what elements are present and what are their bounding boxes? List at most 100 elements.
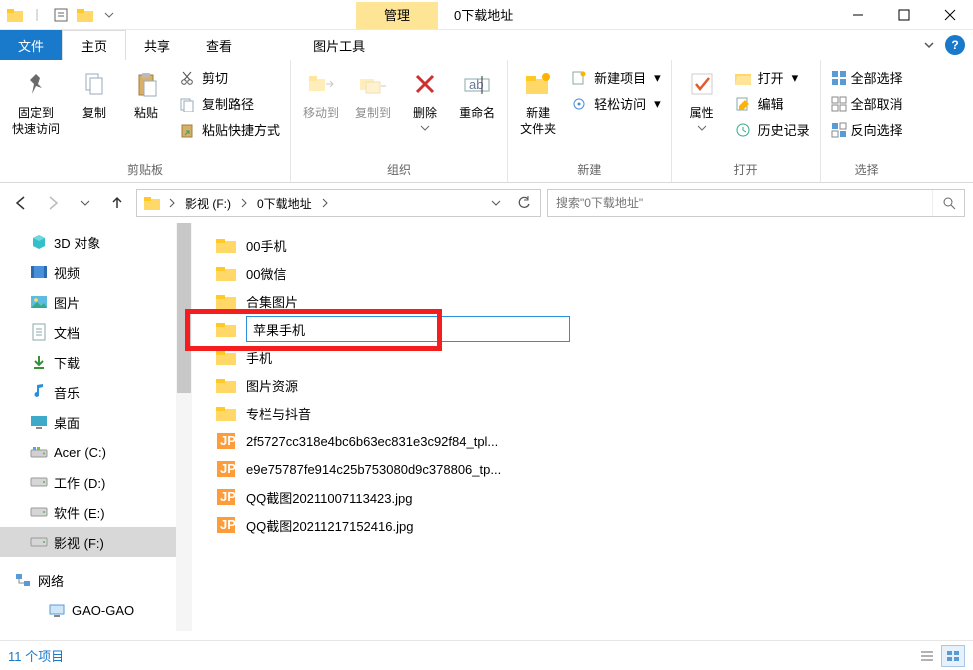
tree-item[interactable]: 网络 bbox=[0, 565, 192, 595]
window-title: 0下载地址 bbox=[454, 5, 513, 24]
select-all-button[interactable]: 全部选择 bbox=[827, 65, 907, 90]
easy-access-icon bbox=[570, 95, 588, 113]
help-button[interactable]: ? bbox=[945, 35, 965, 55]
open-folder-icon bbox=[734, 69, 752, 87]
new-folder-button[interactable]: 新建 文件夹 bbox=[512, 63, 564, 137]
file-row[interactable]: JPGQQ截图20211007113423.jpg bbox=[216, 483, 973, 511]
tree-item[interactable]: 文档 bbox=[0, 317, 192, 347]
paste-icon bbox=[132, 67, 160, 101]
search-input[interactable] bbox=[548, 196, 932, 210]
chevron-right-icon[interactable] bbox=[237, 198, 251, 208]
tree-item[interactable]: 3D 对象 bbox=[0, 227, 192, 257]
qat-properties-icon[interactable] bbox=[50, 4, 72, 26]
group-open: 属性 打开▾ 编辑 历史记录 打开 bbox=[672, 60, 821, 182]
view-large-icons-button[interactable] bbox=[941, 645, 965, 667]
tree-item-label: 文档 bbox=[54, 323, 80, 342]
nav-recent-dropdown[interactable] bbox=[72, 190, 98, 216]
copy-to-icon bbox=[358, 67, 388, 101]
search-box[interactable] bbox=[547, 189, 965, 217]
paste-shortcut-button[interactable]: 粘贴快捷方式 bbox=[174, 117, 284, 142]
file-row[interactable]: JPGQQ截图20211217152416.jpg bbox=[216, 511, 973, 539]
properties-button[interactable]: 属性 bbox=[676, 63, 728, 131]
drive-icon bbox=[30, 533, 48, 551]
folder-icon bbox=[216, 347, 236, 367]
file-row[interactable] bbox=[216, 315, 973, 343]
ribbon-collapse-button[interactable] bbox=[917, 33, 941, 57]
tree-item[interactable]: 工作 (D:) bbox=[0, 467, 192, 497]
tree-item-label: 视频 bbox=[54, 263, 80, 282]
copy-path-icon bbox=[178, 95, 196, 113]
tree-item[interactable]: 图片 bbox=[0, 287, 192, 317]
computer-icon bbox=[48, 601, 66, 619]
file-name: 00微信 bbox=[246, 264, 286, 283]
view-details-button[interactable] bbox=[915, 645, 939, 667]
tree-item[interactable]: 软件 (E:) bbox=[0, 497, 192, 527]
cut-button[interactable]: 剪切 bbox=[174, 65, 284, 90]
file-row[interactable]: 00手机 bbox=[216, 231, 973, 259]
nav-scrollbar[interactable] bbox=[176, 223, 192, 631]
refresh-button[interactable] bbox=[510, 190, 538, 216]
nav-back-button[interactable] bbox=[8, 190, 34, 216]
move-to-button[interactable]: 移动到 bbox=[295, 63, 347, 121]
nav-scrollbar-thumb[interactable] bbox=[177, 223, 191, 393]
rename-input[interactable] bbox=[246, 316, 570, 342]
tab-home[interactable]: 主页 bbox=[62, 30, 126, 60]
svg-text:JPG: JPG bbox=[220, 433, 236, 448]
tab-share[interactable]: 共享 bbox=[126, 30, 188, 60]
new-item-button[interactable]: 新建项目▾ bbox=[566, 65, 665, 90]
nav-up-button[interactable] bbox=[104, 190, 130, 216]
file-list[interactable]: 00手机 00微信合集图片手机图片资源专栏与抖音 JPG2f5727cc318e4b… bbox=[192, 223, 973, 631]
history-button[interactable]: 历史记录 bbox=[730, 117, 814, 142]
group-label-open: 打开 bbox=[676, 159, 816, 180]
file-row[interactable]: 手机 bbox=[216, 343, 973, 371]
address-bar[interactable]: 影视 (F:) 0下载地址 bbox=[136, 189, 541, 217]
new-folder-icon bbox=[523, 67, 553, 101]
file-name: 专栏与抖音 bbox=[246, 404, 311, 423]
tab-view[interactable]: 查看 bbox=[188, 30, 250, 60]
file-name: 00手机 bbox=[246, 236, 286, 255]
qat-open-folder-icon[interactable] bbox=[74, 4, 96, 26]
breadcrumb-seg-drive[interactable]: 影视 (F:) bbox=[179, 190, 237, 216]
pin-to-quick-access-button[interactable]: 固定到 快速访问 bbox=[4, 63, 68, 137]
select-none-button[interactable]: 全部取消 bbox=[827, 91, 907, 116]
tree-item[interactable]: GAO-GAO bbox=[0, 595, 192, 625]
tree-item[interactable]: 桌面 bbox=[0, 407, 192, 437]
search-button[interactable] bbox=[932, 190, 964, 216]
delete-button[interactable]: 删除 bbox=[399, 63, 451, 131]
minimize-button[interactable] bbox=[835, 0, 881, 30]
nav-forward-button[interactable] bbox=[40, 190, 66, 216]
chevron-right-icon[interactable] bbox=[318, 198, 332, 208]
open-button[interactable]: 打开▾ bbox=[730, 65, 814, 90]
edit-button[interactable]: 编辑 bbox=[730, 91, 814, 116]
copy-path-button[interactable]: 复制路径 bbox=[174, 91, 284, 116]
tab-file[interactable]: 文件 bbox=[0, 30, 62, 60]
easy-access-button[interactable]: 轻松访问▾ bbox=[566, 91, 665, 116]
tree-item[interactable]: 下载 bbox=[0, 347, 192, 377]
copy-to-button[interactable]: 复制到 bbox=[347, 63, 399, 121]
copy-icon bbox=[80, 67, 108, 101]
copy-button[interactable]: 复制 bbox=[68, 63, 120, 121]
invert-selection-button[interactable]: 反向选择 bbox=[827, 117, 907, 142]
close-button[interactable] bbox=[927, 0, 973, 30]
tree-item[interactable]: 影视 (F:) bbox=[0, 527, 192, 557]
tree-item[interactable]: Acer (C:) bbox=[0, 437, 192, 467]
chevron-right-icon[interactable] bbox=[165, 198, 179, 208]
rename-button[interactable]: ab 重命名 bbox=[451, 63, 503, 121]
file-row[interactable]: 图片资源 bbox=[216, 371, 973, 399]
pin-icon bbox=[22, 67, 50, 101]
qat-dropdown-icon[interactable] bbox=[98, 4, 120, 26]
file-row[interactable]: 专栏与抖音 bbox=[216, 399, 973, 427]
tree-item[interactable]: 视频 bbox=[0, 257, 192, 287]
breadcrumb-seg-folder[interactable]: 0下载地址 bbox=[251, 190, 318, 216]
address-dropdown-button[interactable] bbox=[482, 190, 510, 216]
file-row[interactable]: JPG2f5727cc318e4bc6b63ec831e3c92f84_tpl.… bbox=[216, 427, 973, 455]
file-row[interactable]: 合集图片 bbox=[216, 287, 973, 315]
paste-button[interactable]: 粘贴 bbox=[120, 63, 172, 121]
tree-item[interactable]: 音乐 bbox=[0, 377, 192, 407]
file-row[interactable]: JPGe9e75787fe914c25b753080d9c378806_tp..… bbox=[216, 455, 973, 483]
file-row[interactable]: 00微信 bbox=[216, 259, 973, 287]
maximize-button[interactable] bbox=[881, 0, 927, 30]
tab-picture-tools[interactable]: 图片工具 bbox=[295, 30, 383, 60]
image-file-icon: JPG bbox=[216, 459, 236, 479]
file-name: QQ截图20211007113423.jpg bbox=[246, 488, 412, 507]
